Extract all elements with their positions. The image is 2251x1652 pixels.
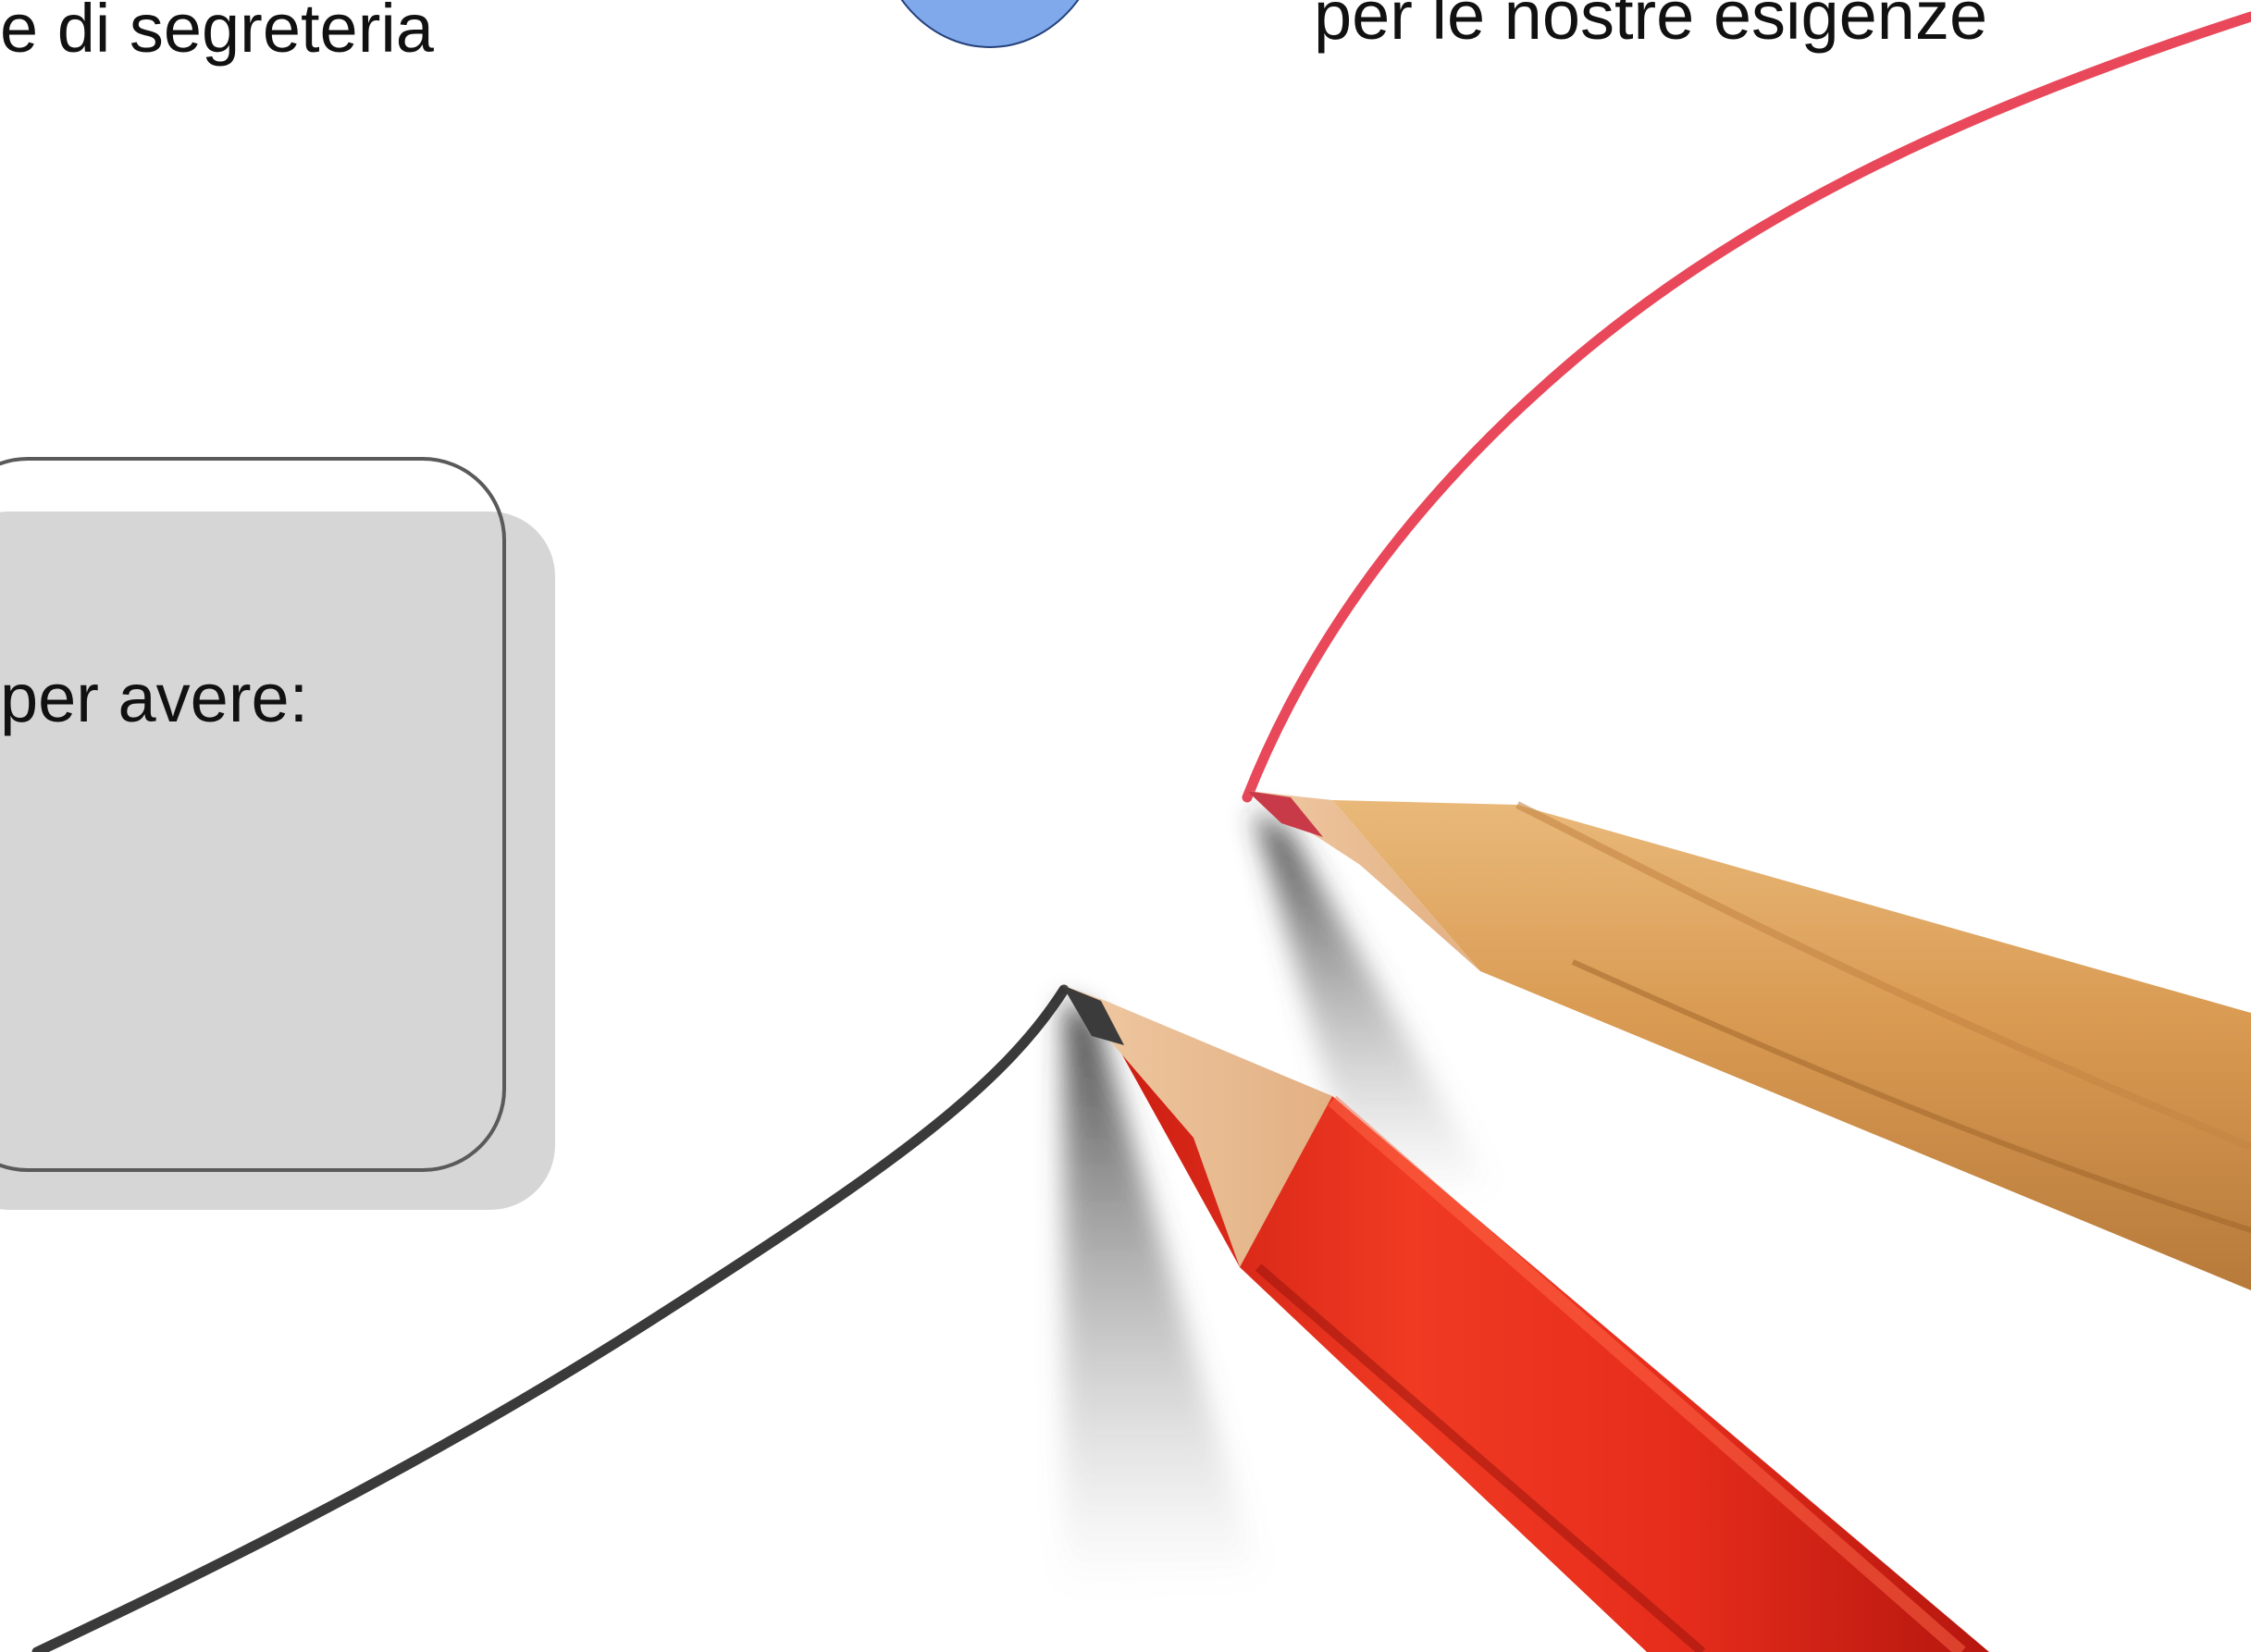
card	[0, 457, 506, 1172]
caption-left: e di segreteria	[0, 0, 434, 67]
slide: e di segreteria per le nostre esigenze p…	[0, 0, 2251, 1652]
red-line-icon	[1242, 11, 2251, 803]
caption-right: per le nostre esigenze	[1314, 0, 1988, 54]
card-text: per avere:	[0, 660, 309, 736]
